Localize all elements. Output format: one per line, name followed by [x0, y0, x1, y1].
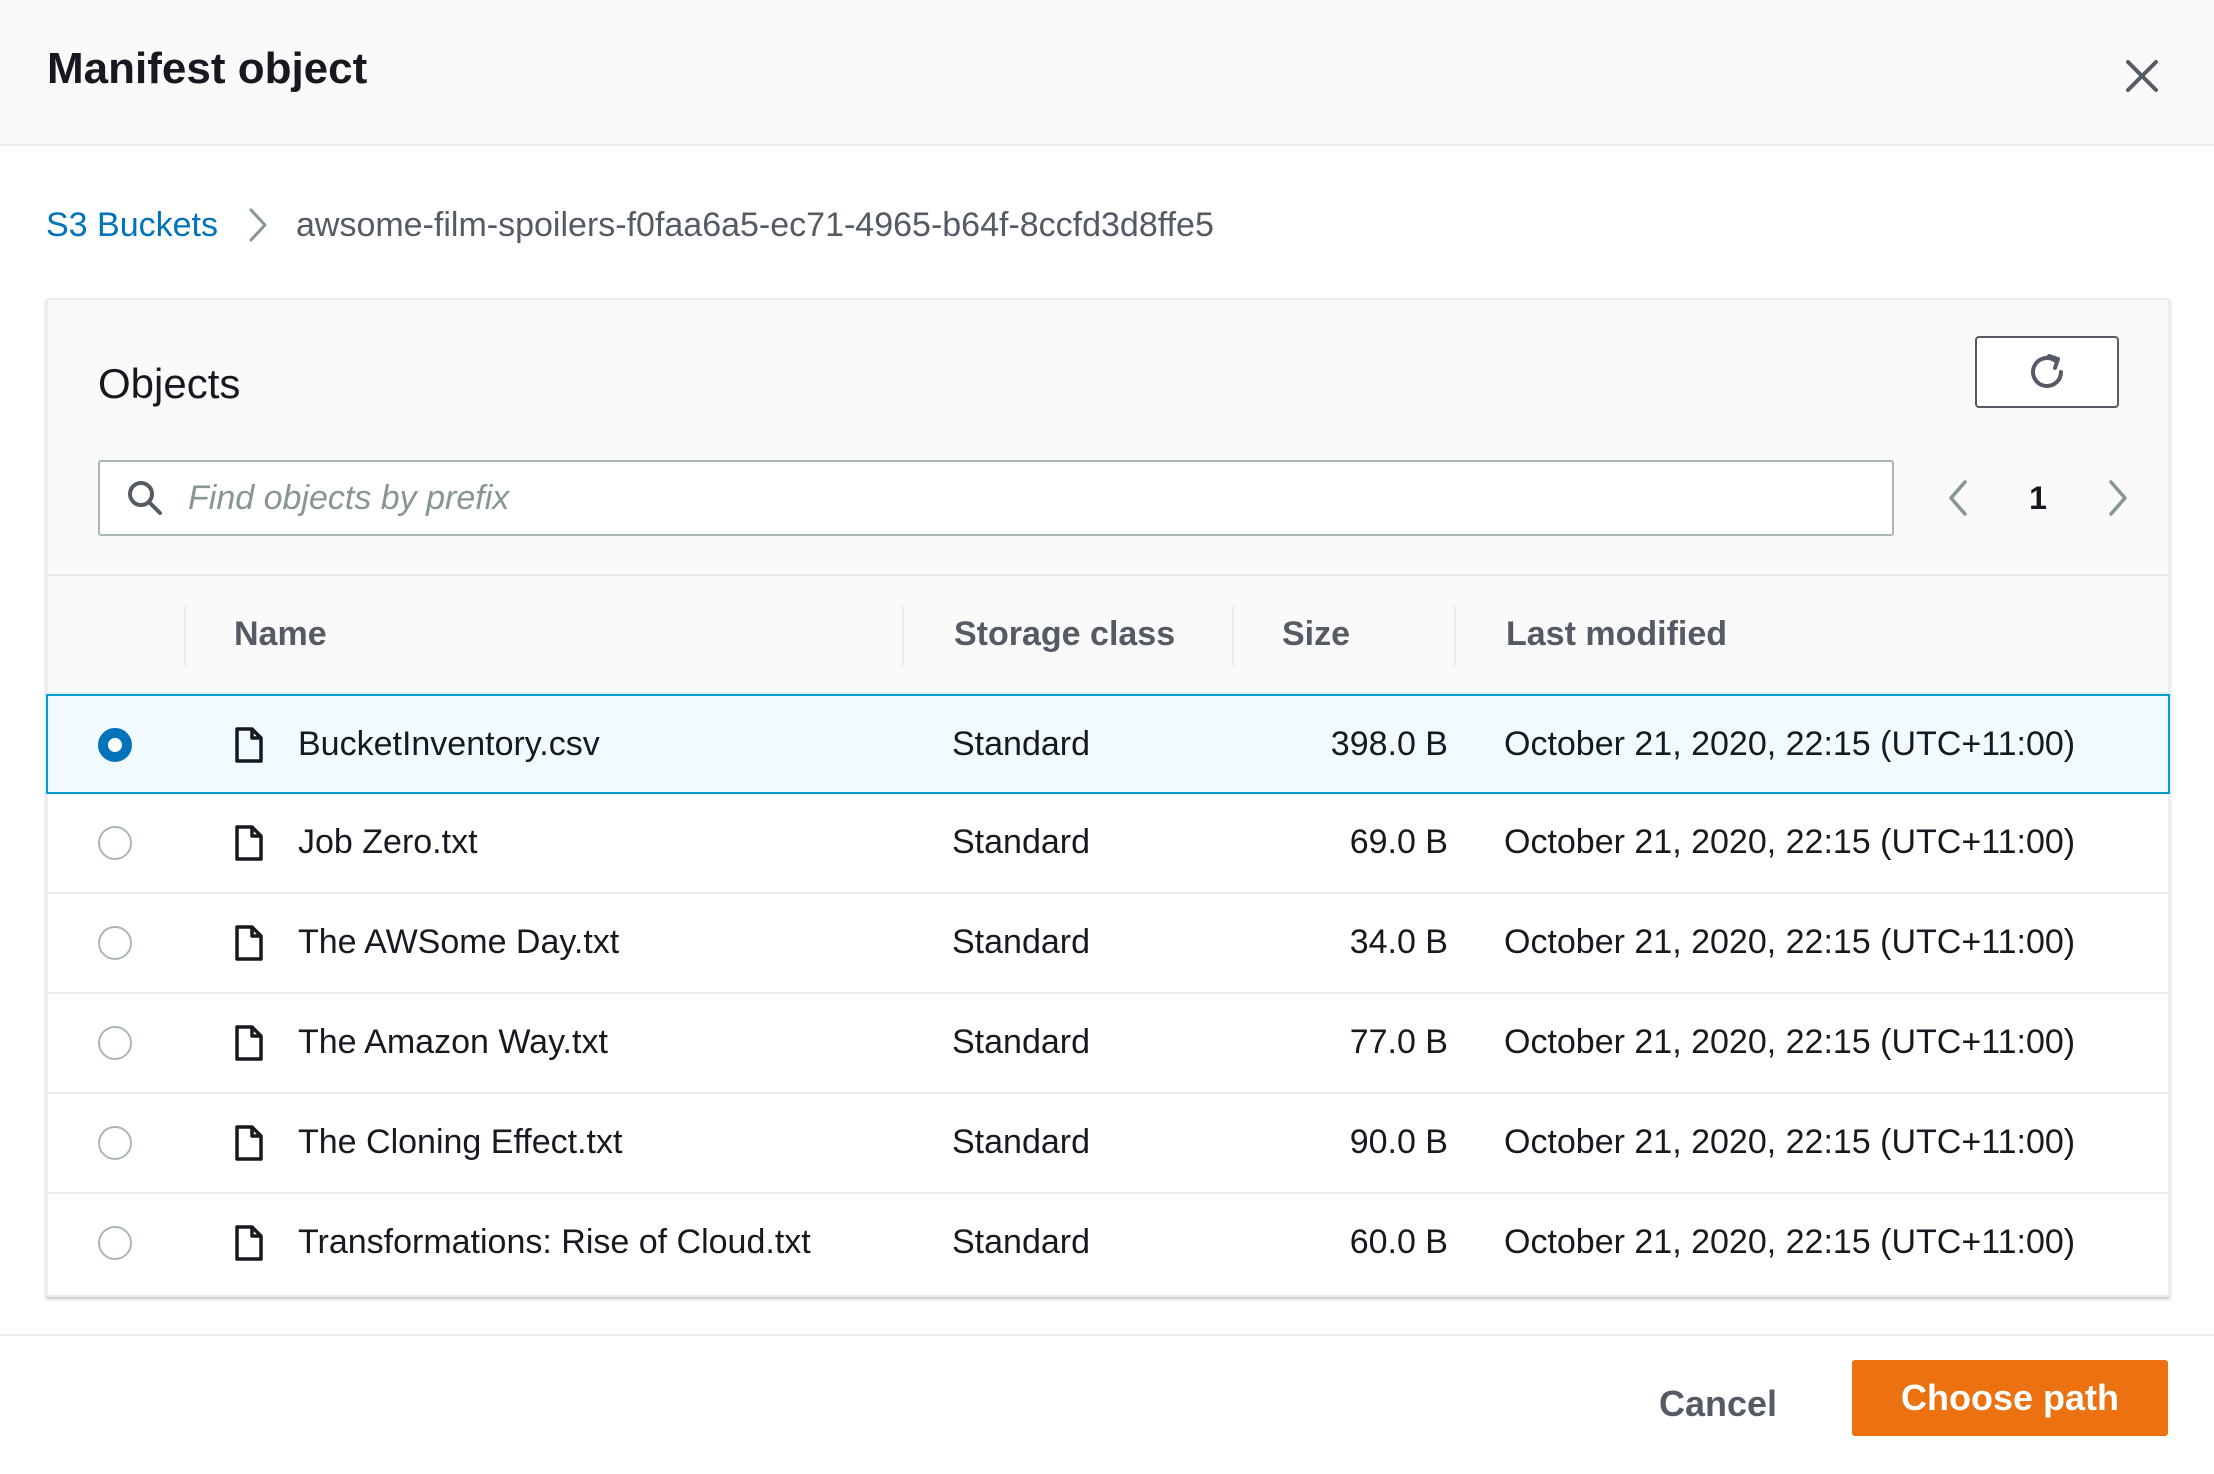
- table-row[interactable]: BucketInventory.csv Standard 398.0 B Oct…: [46, 694, 2170, 794]
- cell-storage-class: Standard: [952, 1222, 1090, 1261]
- row-radio[interactable]: [98, 926, 132, 960]
- column-header-last-modified[interactable]: Last modified: [1506, 576, 1727, 692]
- file-icon: [234, 726, 264, 764]
- file-icon: [234, 824, 264, 862]
- choose-path-button[interactable]: Choose path: [1852, 1360, 2168, 1436]
- table-row[interactable]: The Amazon Way.txt Standard 77.0 B Octob…: [48, 994, 2168, 1094]
- current-page-number[interactable]: 1: [2029, 480, 2047, 517]
- breadcrumb-link-s3-buckets[interactable]: S3 Buckets: [46, 206, 218, 245]
- table-row[interactable]: Transformations: Rise of Cloud.txt Stand…: [48, 1194, 2168, 1294]
- cancel-button[interactable]: Cancel: [1630, 1366, 1806, 1442]
- cell-last-modified: October 21, 2020, 22:15 (UTC+11:00): [1504, 1122, 2076, 1161]
- cell-last-modified: October 21, 2020, 22:15 (UTC+11:00): [1504, 1222, 2076, 1261]
- cell-storage-class: Standard: [952, 922, 1090, 961]
- cell-last-modified: October 21, 2020, 22:15 (UTC+11:00): [1504, 1022, 2076, 1061]
- cell-storage-class: Standard: [952, 1022, 1090, 1061]
- close-button[interactable]: [2114, 48, 2170, 104]
- row-radio[interactable]: [98, 1226, 132, 1260]
- pagination: 1: [1938, 466, 2138, 530]
- breadcrumb: S3 Buckets awsome-film-spoilers-f0faa6a5…: [46, 200, 1214, 250]
- next-page-button[interactable]: [2098, 478, 2138, 518]
- cell-storage-class: Standard: [952, 822, 1090, 861]
- table-row[interactable]: The Cloning Effect.txt Standard 90.0 B O…: [48, 1094, 2168, 1194]
- cell-name: The Amazon Way.txt: [298, 1022, 608, 1061]
- chevron-left-icon: [1949, 480, 1967, 516]
- cell-name: Job Zero.txt: [298, 822, 478, 861]
- row-radio[interactable]: [98, 1126, 132, 1160]
- column-header-storage-class[interactable]: Storage class: [954, 576, 1175, 692]
- objects-title: Objects: [98, 360, 241, 407]
- search-input[interactable]: [186, 477, 1830, 519]
- cell-size: 398.0 B: [1330, 724, 1448, 763]
- cell-size: 60.0 B: [1349, 1222, 1448, 1261]
- cell-name: BucketInventory.csv: [298, 724, 600, 763]
- cell-last-modified: October 21, 2020, 22:15 (UTC+11:00): [1504, 922, 2076, 961]
- table-header: Name Storage class Size Last modified: [48, 576, 2168, 694]
- previous-page-button[interactable]: [1938, 478, 1978, 518]
- cell-size: 77.0 B: [1349, 1022, 1448, 1061]
- refresh-icon: [2031, 354, 2063, 388]
- row-radio[interactable]: [98, 1026, 132, 1060]
- search-box: [98, 460, 1894, 536]
- table-row[interactable]: The AWSome Day.txt Standard 34.0 B Octob…: [48, 894, 2168, 994]
- chevron-right-icon: [2109, 480, 2127, 516]
- file-icon: [234, 924, 264, 962]
- cell-last-modified: October 21, 2020, 22:15 (UTC+11:00): [1504, 822, 2076, 861]
- column-header-name[interactable]: Name: [234, 576, 327, 692]
- breadcrumb-current-bucket: awsome-film-spoilers-f0faa6a5-ec71-4965-…: [295, 205, 1214, 244]
- close-icon: [2126, 60, 2158, 92]
- row-radio[interactable]: [98, 826, 132, 860]
- modal-footer: Cancel Choose path: [0, 1334, 2214, 1474]
- column-divider: [1454, 606, 1456, 666]
- table-row[interactable]: Job Zero.txt Standard 69.0 B October 21,…: [48, 794, 2168, 894]
- file-icon: [234, 1024, 264, 1062]
- modal-header: Manifest object: [0, 0, 2214, 146]
- chevron-right-icon: [248, 207, 268, 243]
- file-icon: [234, 1224, 264, 1262]
- cell-name: Transformations: Rise of Cloud.txt: [298, 1222, 811, 1261]
- objects-panel-header: Objects 1: [48, 300, 2168, 576]
- cell-size: 90.0 B: [1349, 1122, 1448, 1161]
- column-header-size[interactable]: Size: [1282, 576, 1350, 692]
- column-divider: [1232, 606, 1234, 666]
- search-icon: [126, 479, 164, 517]
- refresh-button[interactable]: [1975, 336, 2119, 408]
- cell-last-modified: October 21, 2020, 22:15 (UTC+11:00): [1504, 724, 2076, 763]
- objects-panel: Objects 1: [46, 298, 2170, 1297]
- modal-title: Manifest object: [47, 44, 368, 93]
- cell-storage-class: Standard: [952, 724, 1090, 763]
- cell-size: 69.0 B: [1349, 822, 1448, 861]
- cell-name: The AWSome Day.txt: [298, 922, 620, 961]
- column-divider: [184, 606, 186, 666]
- cell-storage-class: Standard: [952, 1122, 1090, 1161]
- column-divider: [902, 606, 904, 666]
- cell-name: The Cloning Effect.txt: [298, 1122, 623, 1161]
- file-icon: [234, 1124, 264, 1162]
- cell-size: 34.0 B: [1349, 922, 1448, 961]
- row-radio[interactable]: [98, 728, 132, 762]
- table-body: BucketInventory.csv Standard 398.0 B Oct…: [46, 694, 2170, 1294]
